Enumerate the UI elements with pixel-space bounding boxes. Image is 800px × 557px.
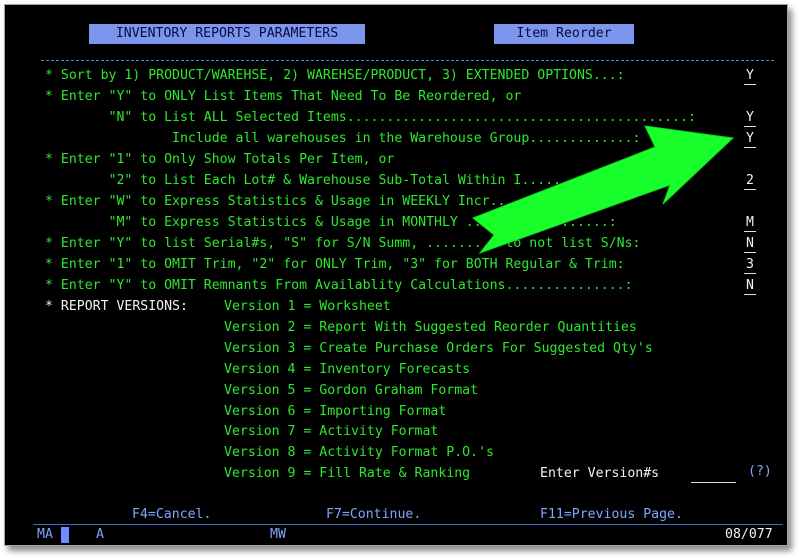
annotation-arrow-icon [472, 125, 735, 255]
terminal-screen: INVENTORY REPORTS PARAMETERS Item Reorde… [4, 4, 788, 546]
